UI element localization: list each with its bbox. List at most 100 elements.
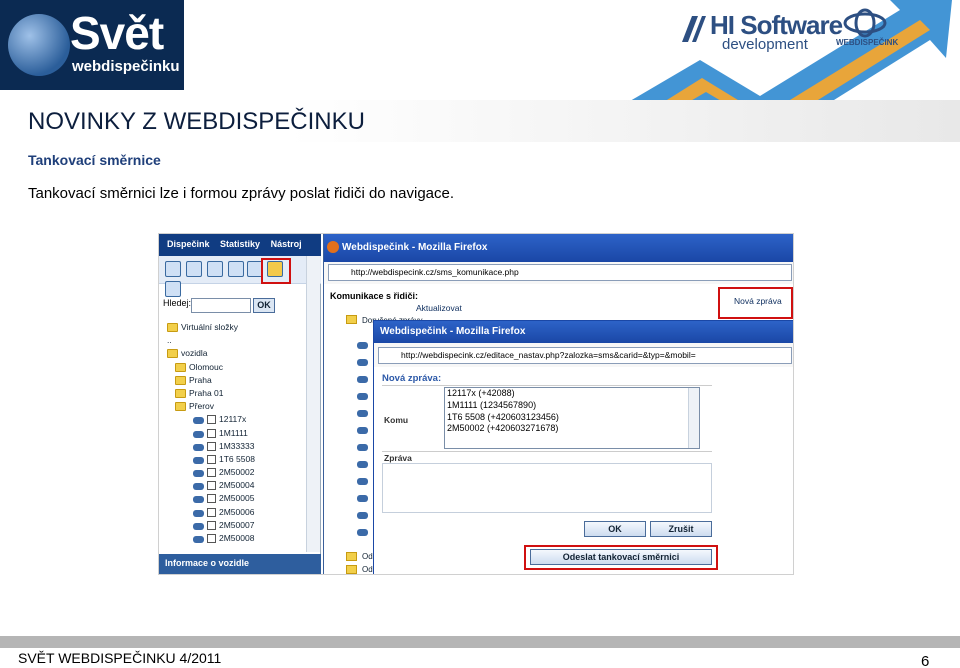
vehicle-checkbox[interactable] — [207, 507, 216, 517]
tree-item-label: 2M50006 — [219, 506, 255, 517]
recipient-scrollbar[interactable] — [688, 388, 699, 448]
footer-text: SVĚT WEBDISPEČINKU 4/2011 — [18, 650, 222, 666]
vehicle-icon — [357, 444, 368, 451]
vehicle-icon — [193, 496, 204, 504]
folder-icon — [346, 565, 357, 574]
vehicle-checkbox[interactable] — [207, 428, 216, 438]
page-number: 6 — [921, 653, 930, 668]
divider — [382, 451, 712, 452]
vehicle-icon — [357, 359, 368, 366]
left-panel: Dispečink Statistiky Nástroj Hledej: OK … — [159, 234, 321, 574]
hi-software-icon — [682, 16, 706, 42]
app-screenshot: Dispečink Statistiky Nástroj Hledej: OK … — [158, 233, 794, 575]
vehicle-checkbox[interactable] — [207, 441, 216, 451]
firefox-icon — [327, 241, 339, 253]
message-textarea[interactable] — [382, 463, 712, 513]
header: Svět webdispečinku HI Software developme… — [0, 0, 960, 142]
tree-item-label: 2M50008 — [219, 533, 255, 543]
tree-item-label: .. — [167, 335, 172, 346]
vehicle-icon — [193, 430, 204, 438]
tree-item-label: 1M1111 — [219, 427, 248, 438]
recipient-item[interactable]: 2M50002 (+420603271678) — [445, 423, 699, 435]
window2-url[interactable]: http://webdispecink.cz/editace_nastav.ph… — [378, 347, 792, 364]
tree-item-label: 2M50004 — [219, 480, 255, 491]
left-scrollbar[interactable] — [306, 256, 320, 552]
ok-button[interactable]: OK — [584, 521, 646, 537]
firefox-window-new-message: Webdispečink - Mozilla Firefox http://we… — [373, 320, 793, 574]
vehicle-icon — [193, 456, 204, 464]
recipient-item[interactable]: 1T6 5508 (+420603123456) — [445, 412, 699, 424]
vehicle-icon — [357, 427, 368, 434]
tree-item-label: 1T6 5508 — [219, 453, 255, 464]
search-label: Hledej: — [163, 298, 192, 308]
to-label: Komu — [384, 415, 409, 425]
folder-icon — [175, 375, 186, 385]
body-text: Tankovací směrnici lze i formou zprávy p… — [28, 185, 455, 202]
divider — [382, 385, 712, 386]
send-button-highlight — [524, 545, 718, 570]
vehicle-checkbox[interactable] — [207, 494, 216, 504]
vehicle-icon — [357, 512, 368, 519]
footer-bar — [0, 636, 960, 648]
check-tool-icon[interactable] — [228, 261, 244, 277]
vehicle-checkbox[interactable] — [207, 520, 216, 530]
partner2-name: WEBDISPEČINK — [836, 38, 899, 47]
refresh-link[interactable]: Aktualizovat — [416, 303, 462, 313]
window2-title: Webdispečink - Mozilla Firefox — [374, 321, 793, 343]
vehicle-info-tab[interactable]: Informace o vozidle — [159, 554, 321, 574]
vehicle-icon — [193, 417, 204, 425]
tree-item-label: vozidla — [181, 348, 208, 359]
folder-icon — [346, 315, 357, 324]
vehicle-icon — [193, 536, 204, 543]
tree-item-label: Virtuální složky — [181, 322, 239, 332]
page-title: NOVINKY Z WEBDISPEČINKU — [28, 108, 365, 135]
vehicle-icon — [357, 342, 368, 349]
window1-url[interactable]: http://webdispecink.cz/sms_komunikace.ph… — [328, 264, 792, 281]
tree-item-label: Přerov — [189, 401, 215, 412]
vehicle-group-icon[interactable] — [186, 261, 202, 277]
folder-tool-icon[interactable] — [165, 281, 181, 297]
recipient-item[interactable]: 1M1111 (1234567890) — [445, 400, 699, 412]
vehicle-checkbox[interactable] — [207, 454, 216, 464]
tree-item-label: 12117x — [219, 414, 247, 425]
cancel-button[interactable]: Zrušit — [650, 521, 712, 537]
vehicle-icon — [357, 495, 368, 502]
vehicle-icon — [193, 443, 204, 451]
tree-item-label: 2M50002 — [219, 467, 255, 478]
vehicle-icon — [193, 470, 204, 478]
recipient-list[interactable]: 12117x (+42088) 1M1111 (1234567890) 1T6 … — [444, 387, 700, 449]
vehicle-icon — [357, 478, 368, 485]
tree-item-label: Praha 01 — [189, 387, 224, 398]
knot-icon — [843, 8, 887, 38]
folder-icon — [346, 552, 357, 561]
section-subtitle: Tankovací směrnice — [28, 152, 161, 168]
vehicle-checkbox[interactable] — [207, 468, 216, 478]
map-tool-icon[interactable] — [207, 261, 223, 277]
menu-dispecink[interactable]: Dispečink — [167, 239, 210, 249]
vehicle-checkbox[interactable] — [207, 481, 216, 491]
left-menu: Dispečink Statistiky Nástroj — [159, 234, 321, 256]
tree-item-label: 2M50007 — [219, 519, 255, 530]
vehicle-icon — [357, 410, 368, 417]
vehicle-checkbox[interactable] — [207, 415, 216, 425]
folder-icon — [175, 362, 186, 372]
window2-body: Nová zpráva: Komu 12117x (+42088) 1M1111… — [374, 367, 793, 574]
message-label: Zpráva — [384, 453, 412, 463]
tree-item-label: Olomouc — [189, 361, 224, 372]
folder-icon — [167, 323, 178, 332]
new-message-link[interactable]: Nová zpráva — [734, 296, 782, 306]
communication-heading: Komunikace s řidiči: — [330, 291, 419, 301]
folder-icon — [175, 402, 186, 412]
vehicle-icon — [193, 509, 204, 517]
recipient-item[interactable]: 12117x (+42088) — [445, 388, 699, 400]
tree-item-label: Praha — [189, 374, 212, 385]
search-select[interactable] — [191, 298, 251, 313]
menu-statistiky[interactable]: Statistiky — [220, 239, 260, 249]
vehicle-icon — [357, 461, 368, 468]
vehicle-tool-icon[interactable] — [165, 261, 181, 277]
window1-title: Webdispečink - Mozilla Firefox — [342, 242, 488, 253]
vehicle-checkbox[interactable] — [207, 534, 216, 543]
search-ok-button[interactable]: OK — [253, 298, 275, 313]
vehicle-icon — [357, 393, 368, 400]
menu-nastroje[interactable]: Nástroj — [271, 239, 302, 249]
